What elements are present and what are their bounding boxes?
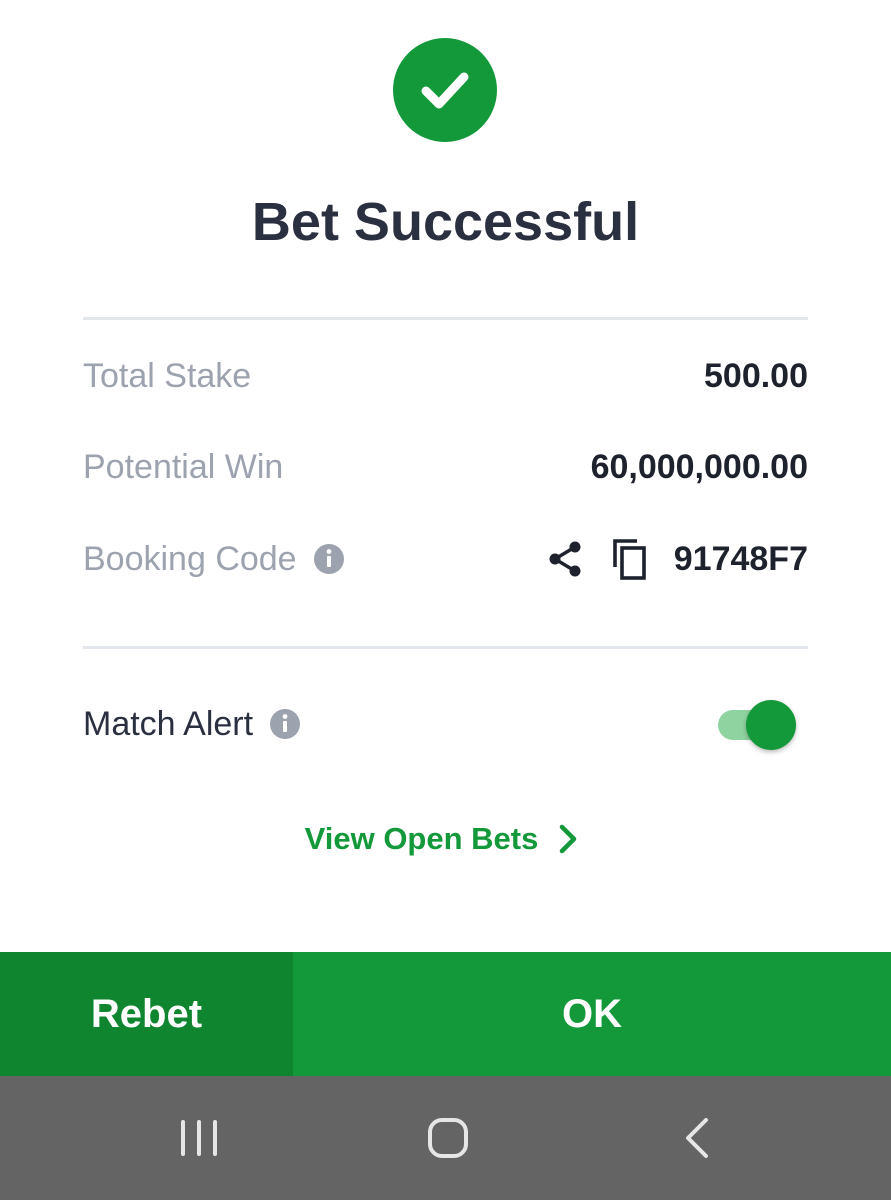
- booking-code-value: 91748F7: [673, 539, 808, 578]
- match-alert-toggle[interactable]: [716, 696, 800, 752]
- system-nav-bar: [0, 1076, 891, 1200]
- divider-top: [83, 317, 808, 320]
- total-stake-label: Total Stake: [83, 356, 252, 395]
- share-icon[interactable]: [542, 536, 588, 582]
- chevron-right-icon: [556, 824, 586, 854]
- home-icon[interactable]: [408, 1098, 488, 1178]
- recent-apps-icon[interactable]: [159, 1098, 239, 1178]
- view-open-bets-label: View Open Bets: [304, 821, 539, 856]
- potential-win-label: Potential Win: [83, 447, 284, 486]
- booking-code-info-icon[interactable]: [313, 543, 345, 575]
- booking-code-value-group: 91748F7: [542, 536, 808, 582]
- action-bar: Rebet OK: [0, 952, 891, 1076]
- checkmark-icon: [421, 72, 469, 109]
- booking-code-row: Booking Code 91748F7: [83, 529, 808, 589]
- total-stake-row: Total Stake 500.00: [83, 346, 808, 406]
- divider-bottom: [83, 646, 808, 649]
- page-title: Bet Successful: [251, 192, 640, 252]
- ok-button[interactable]: OK: [293, 952, 891, 1076]
- match-alert-info-icon[interactable]: [269, 708, 301, 740]
- rebet-button[interactable]: Rebet: [0, 952, 293, 1076]
- potential-win-value: 60,000,000.00: [590, 447, 808, 486]
- match-alert-label-group: Match Alert: [83, 705, 301, 744]
- total-stake-value: 500.00: [704, 356, 808, 395]
- view-open-bets-link[interactable]: View Open Bets: [0, 812, 891, 866]
- booking-code-label: Booking Code: [83, 539, 297, 578]
- match-alert-row: Match Alert: [83, 694, 808, 754]
- potential-win-row: Potential Win 60,000,000.00: [83, 437, 808, 497]
- success-check-icon: [393, 38, 497, 142]
- back-icon[interactable]: [658, 1098, 738, 1178]
- copy-icon[interactable]: [606, 536, 652, 582]
- match-alert-label: Match Alert: [83, 704, 254, 743]
- booking-code-label-group: Booking Code: [83, 540, 345, 579]
- toggle-thumb: [746, 700, 796, 750]
